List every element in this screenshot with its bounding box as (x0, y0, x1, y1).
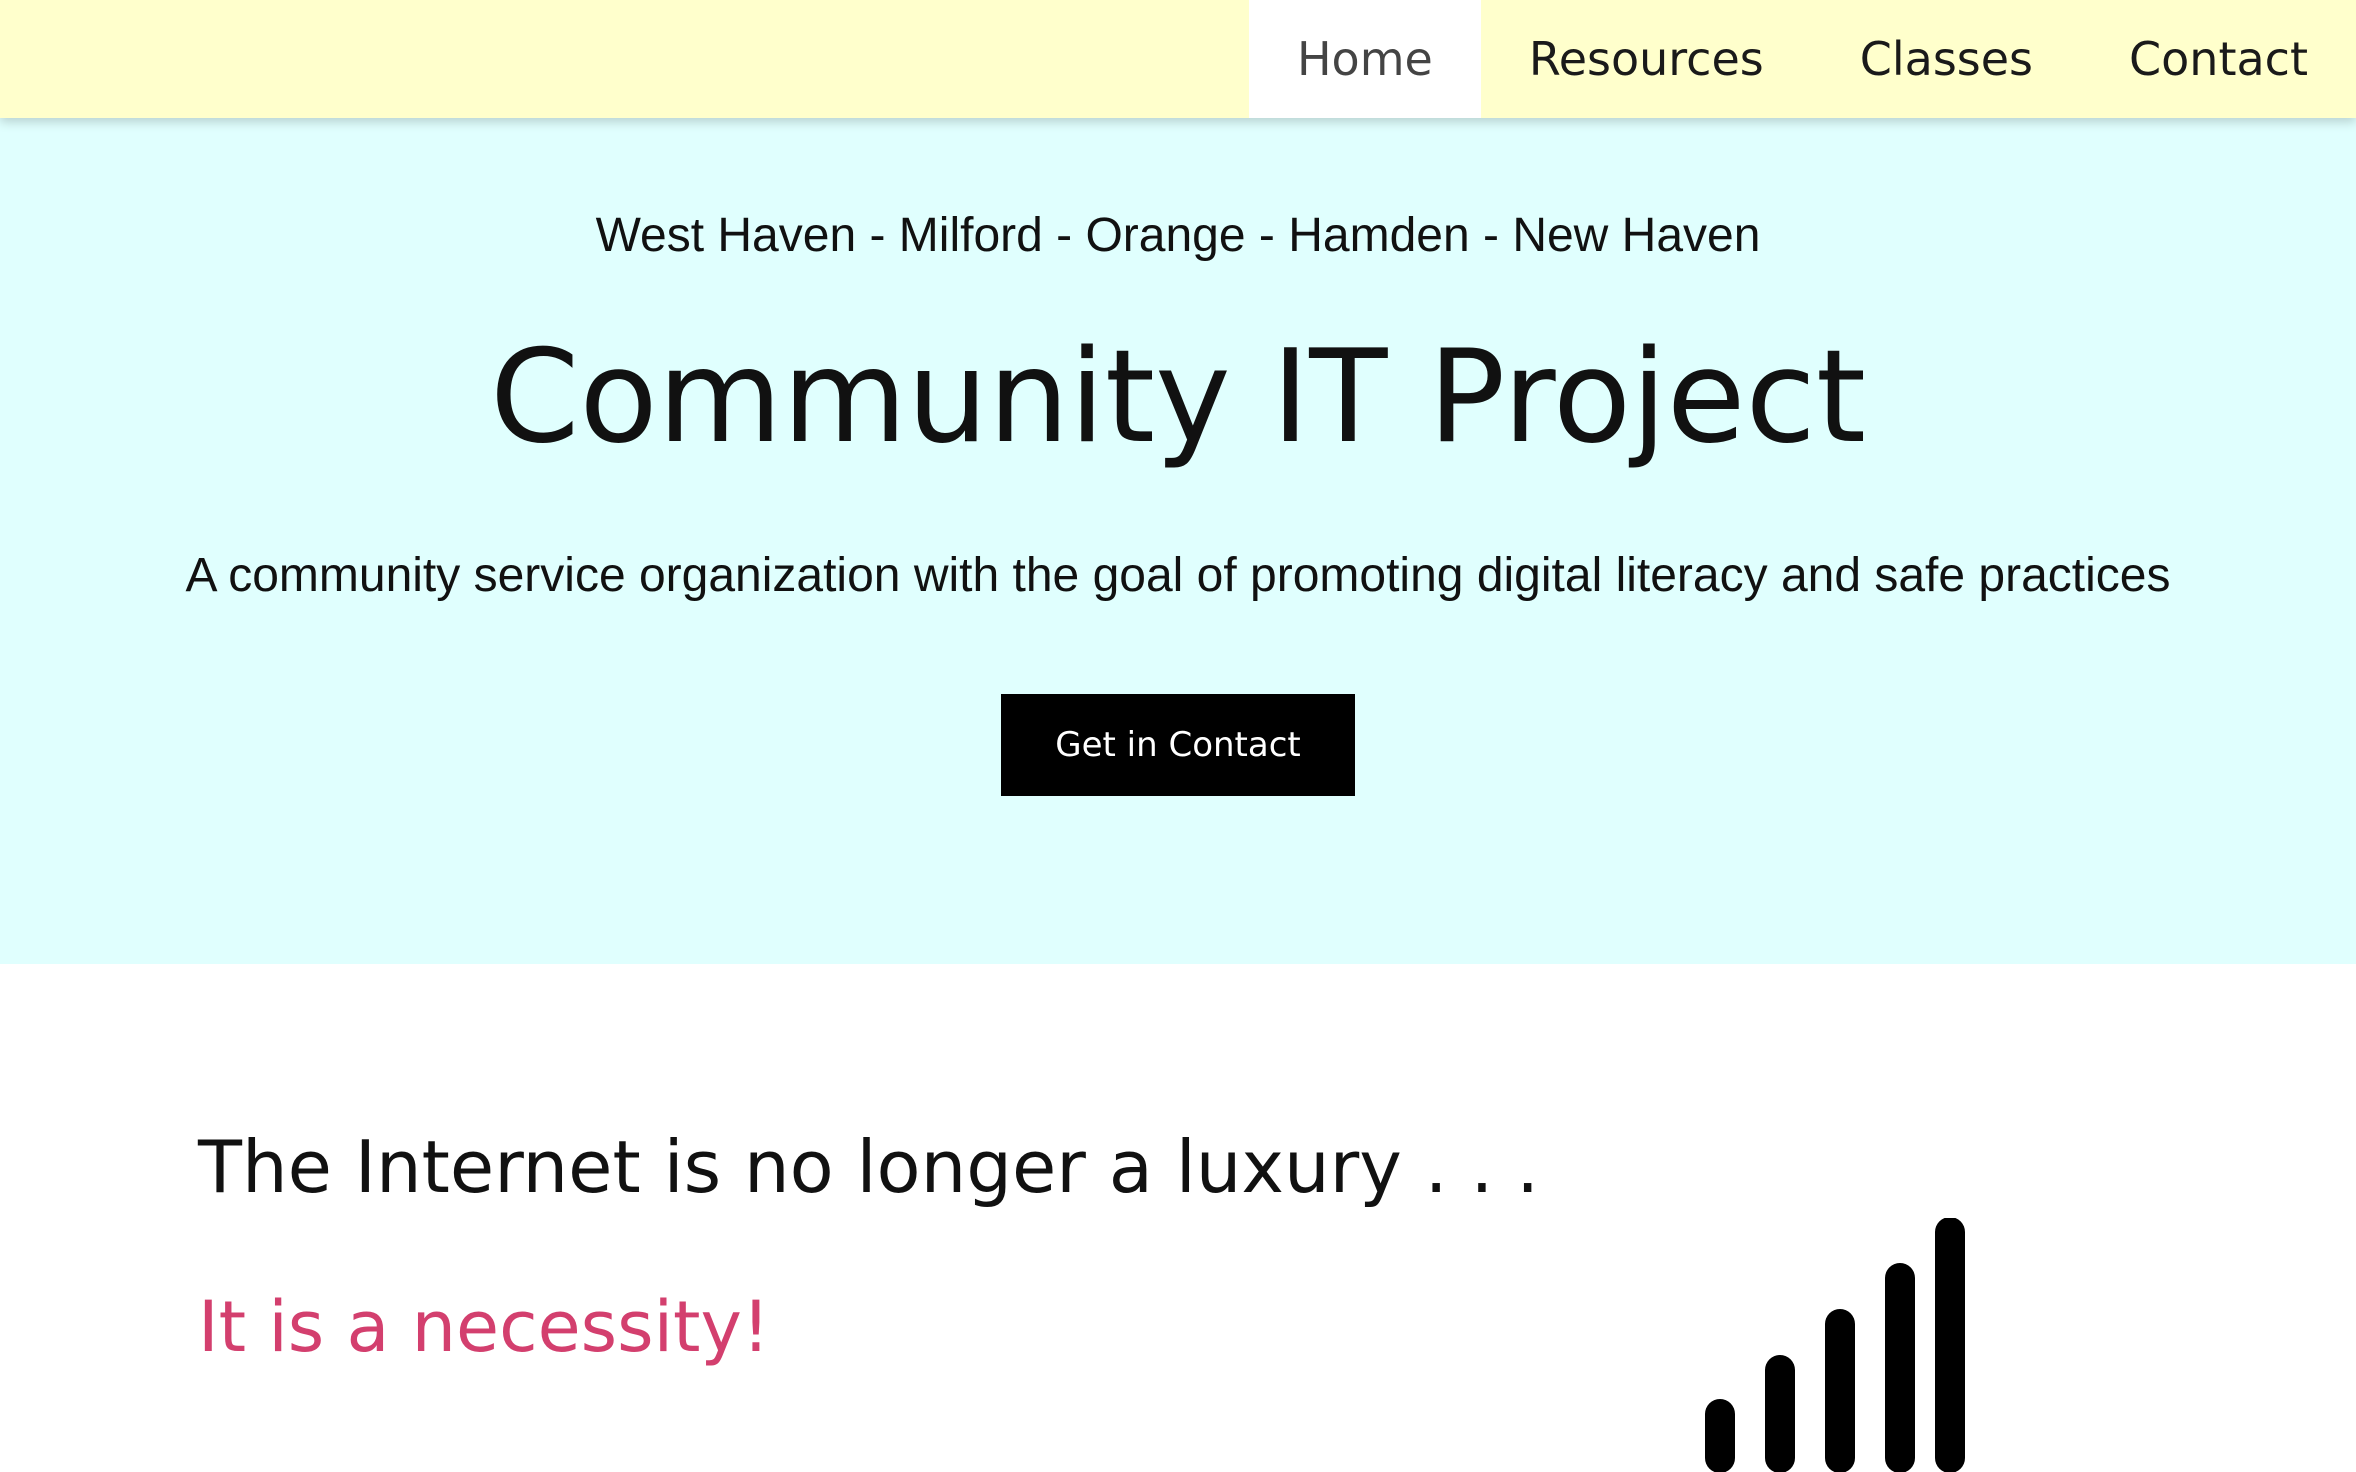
nav-item-classes[interactable]: Classes (1812, 0, 2081, 118)
nav-menu: Home Resources Classes Contact (1248, 0, 2356, 118)
nav-item-resources[interactable]: Resources (1481, 0, 1812, 118)
signal-bars-icon (1705, 1218, 1965, 1472)
hero-section: West Haven - Milford - Orange - Hamden -… (0, 118, 2356, 964)
nav-item-home[interactable]: Home (1248, 0, 1481, 118)
navbar: Home Resources Classes Contact (0, 0, 2356, 118)
nav-item-contact[interactable]: Contact (2081, 0, 2356, 118)
page-title: Community IT Project (489, 323, 1867, 472)
section-heading: The Internet is no longer a luxury . . . (198, 1125, 1540, 1209)
section-subheading: It is a necessity! (198, 1286, 770, 1368)
tagline: A community service organization with th… (185, 549, 2171, 602)
service-towns: West Haven - Milford - Orange - Hamden -… (595, 209, 1761, 262)
get-in-contact-button[interactable]: Get in Contact (1001, 694, 1355, 796)
